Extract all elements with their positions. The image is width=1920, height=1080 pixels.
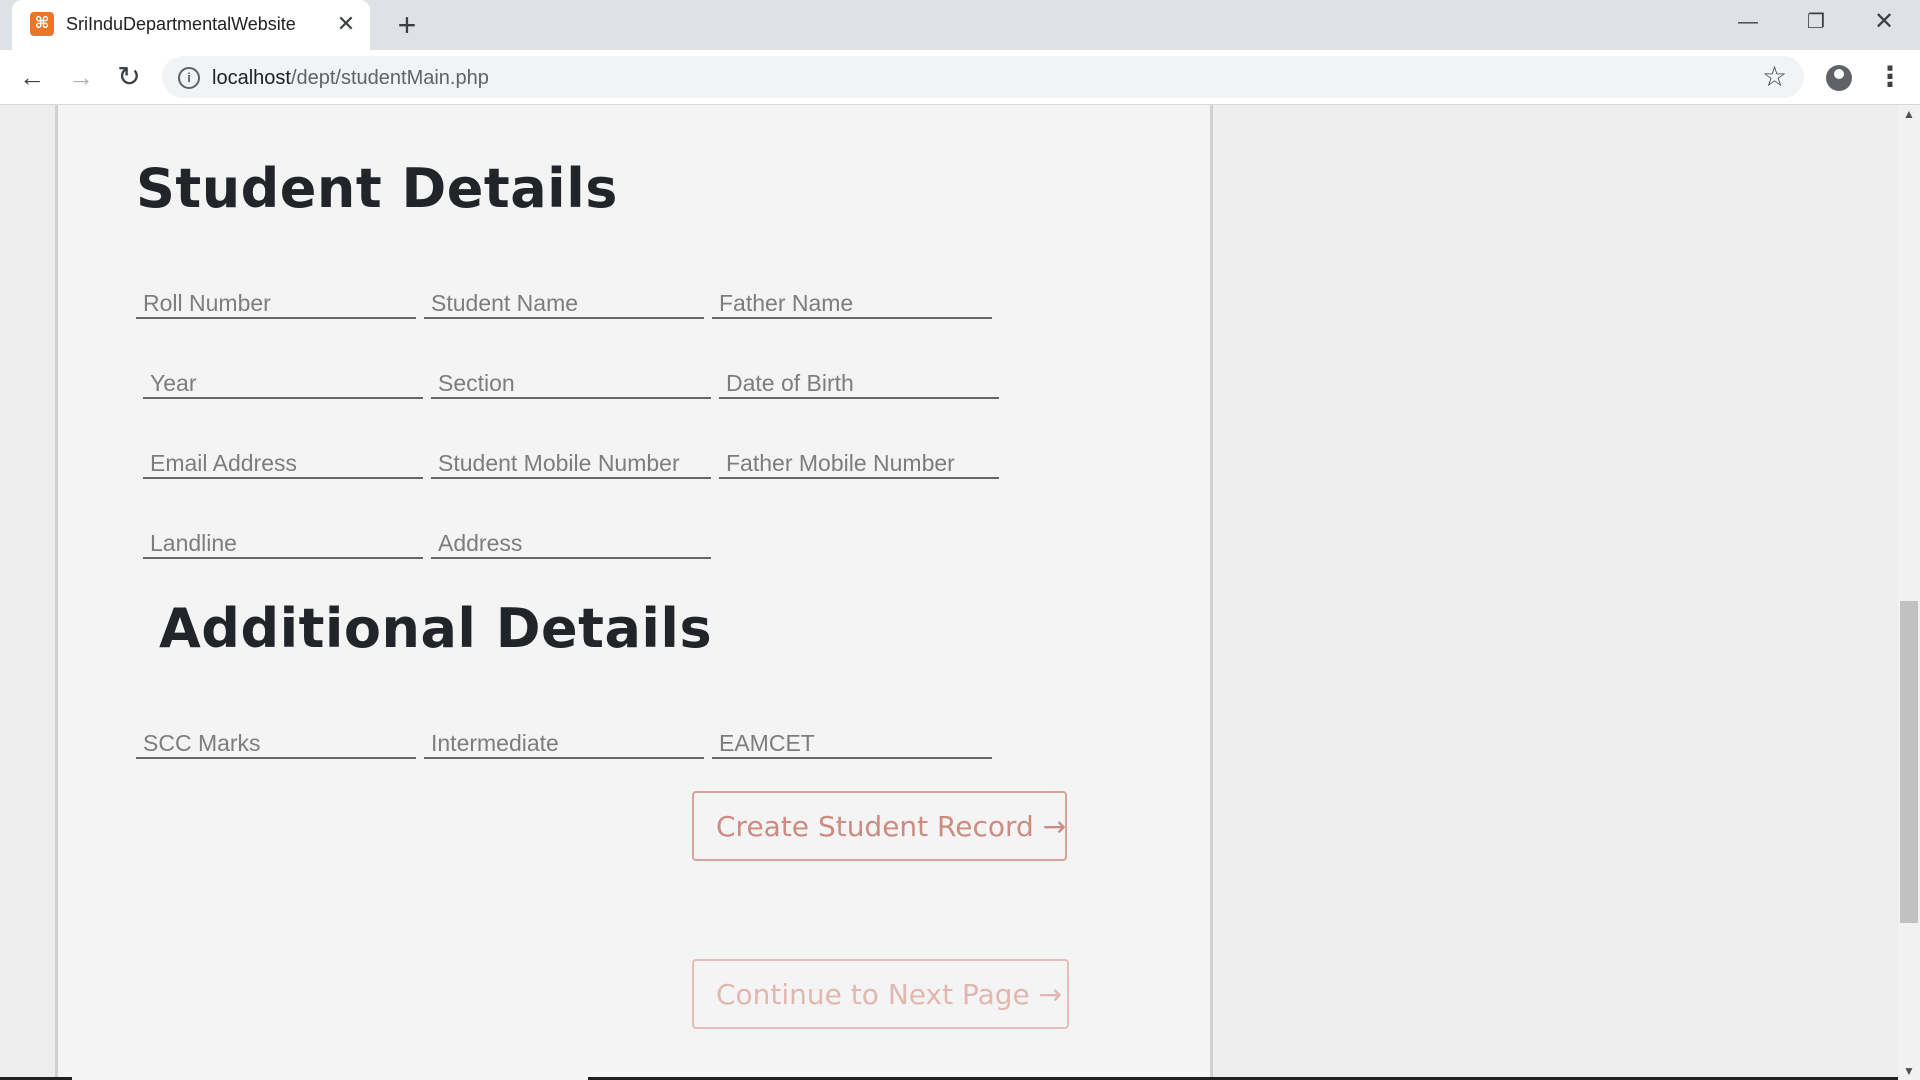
student-form-panel: Student Details Additional Details Creat…: [55, 105, 1213, 1080]
date-of-birth-input[interactable]: [719, 365, 999, 399]
continue-next-page-button[interactable]: Continue to Next Page →: [692, 959, 1069, 1029]
landline-input[interactable]: [143, 525, 423, 559]
url-path: /dept/studentMain.php: [290, 67, 489, 89]
page-viewport: Student Details Additional Details Creat…: [0, 105, 1898, 1080]
info-icon[interactable]: i: [178, 67, 200, 89]
tab-strip: ⌘ SriInduDepartmentalWebsite ✕ + — ❐ ✕: [0, 0, 1920, 50]
student-name-input[interactable]: [424, 285, 704, 319]
forward-arrow-icon[interactable]: →: [64, 60, 98, 94]
close-icon[interactable]: ✕: [334, 12, 358, 36]
father-mobile-input[interactable]: [719, 445, 999, 479]
create-student-record-button[interactable]: Create Student Record →: [692, 791, 1067, 861]
address-bar[interactable]: i localhost/dept/studentMain.php ☆: [162, 56, 1804, 98]
student-details-heading: Student Details: [136, 157, 618, 220]
profile-icon[interactable]: [1826, 65, 1852, 91]
browser-toolbar: ← → ↻ i localhost/dept/studentMain.php ☆…: [0, 50, 1920, 105]
window-close-button[interactable]: ✕: [1850, 0, 1918, 44]
favicon-icon: ⌘: [30, 12, 54, 36]
browser-tab[interactable]: ⌘ SriInduDepartmentalWebsite ✕: [12, 0, 370, 50]
back-arrow-icon[interactable]: ←: [15, 60, 49, 94]
student-mobile-input[interactable]: [431, 445, 711, 479]
scroll-up-arrow-icon[interactable]: ▲: [1898, 105, 1920, 123]
additional-details-heading: Additional Details: [159, 597, 713, 660]
intermediate-input[interactable]: [424, 725, 704, 759]
ssc-marks-input[interactable]: [136, 725, 416, 759]
eamcet-input[interactable]: [712, 725, 992, 759]
star-icon[interactable]: ☆: [1762, 60, 1787, 94]
url-text[interactable]: localhost/dept/studentMain.php: [212, 67, 489, 90]
section-input[interactable]: [431, 365, 711, 399]
roll-number-input[interactable]: [136, 285, 416, 319]
tab-title: SriInduDepartmentalWebsite: [66, 14, 296, 34]
father-name-input[interactable]: [712, 285, 992, 319]
reload-icon[interactable]: ↻: [112, 60, 146, 94]
year-input[interactable]: [143, 365, 423, 399]
url-host: localhost: [212, 67, 291, 89]
kebab-menu-icon[interactable]: ⋮: [1876, 60, 1904, 94]
address-input[interactable]: [431, 525, 711, 559]
vertical-scrollbar[interactable]: ▲ ▼: [1898, 105, 1920, 1080]
plus-icon[interactable]: +: [390, 8, 424, 42]
email-address-input[interactable]: [143, 445, 423, 479]
minimize-button[interactable]: —: [1714, 0, 1782, 44]
restore-button[interactable]: ❐: [1782, 0, 1850, 44]
scrollbar-thumb[interactable]: [1900, 601, 1918, 923]
scroll-down-arrow-icon[interactable]: ▼: [1898, 1062, 1920, 1080]
